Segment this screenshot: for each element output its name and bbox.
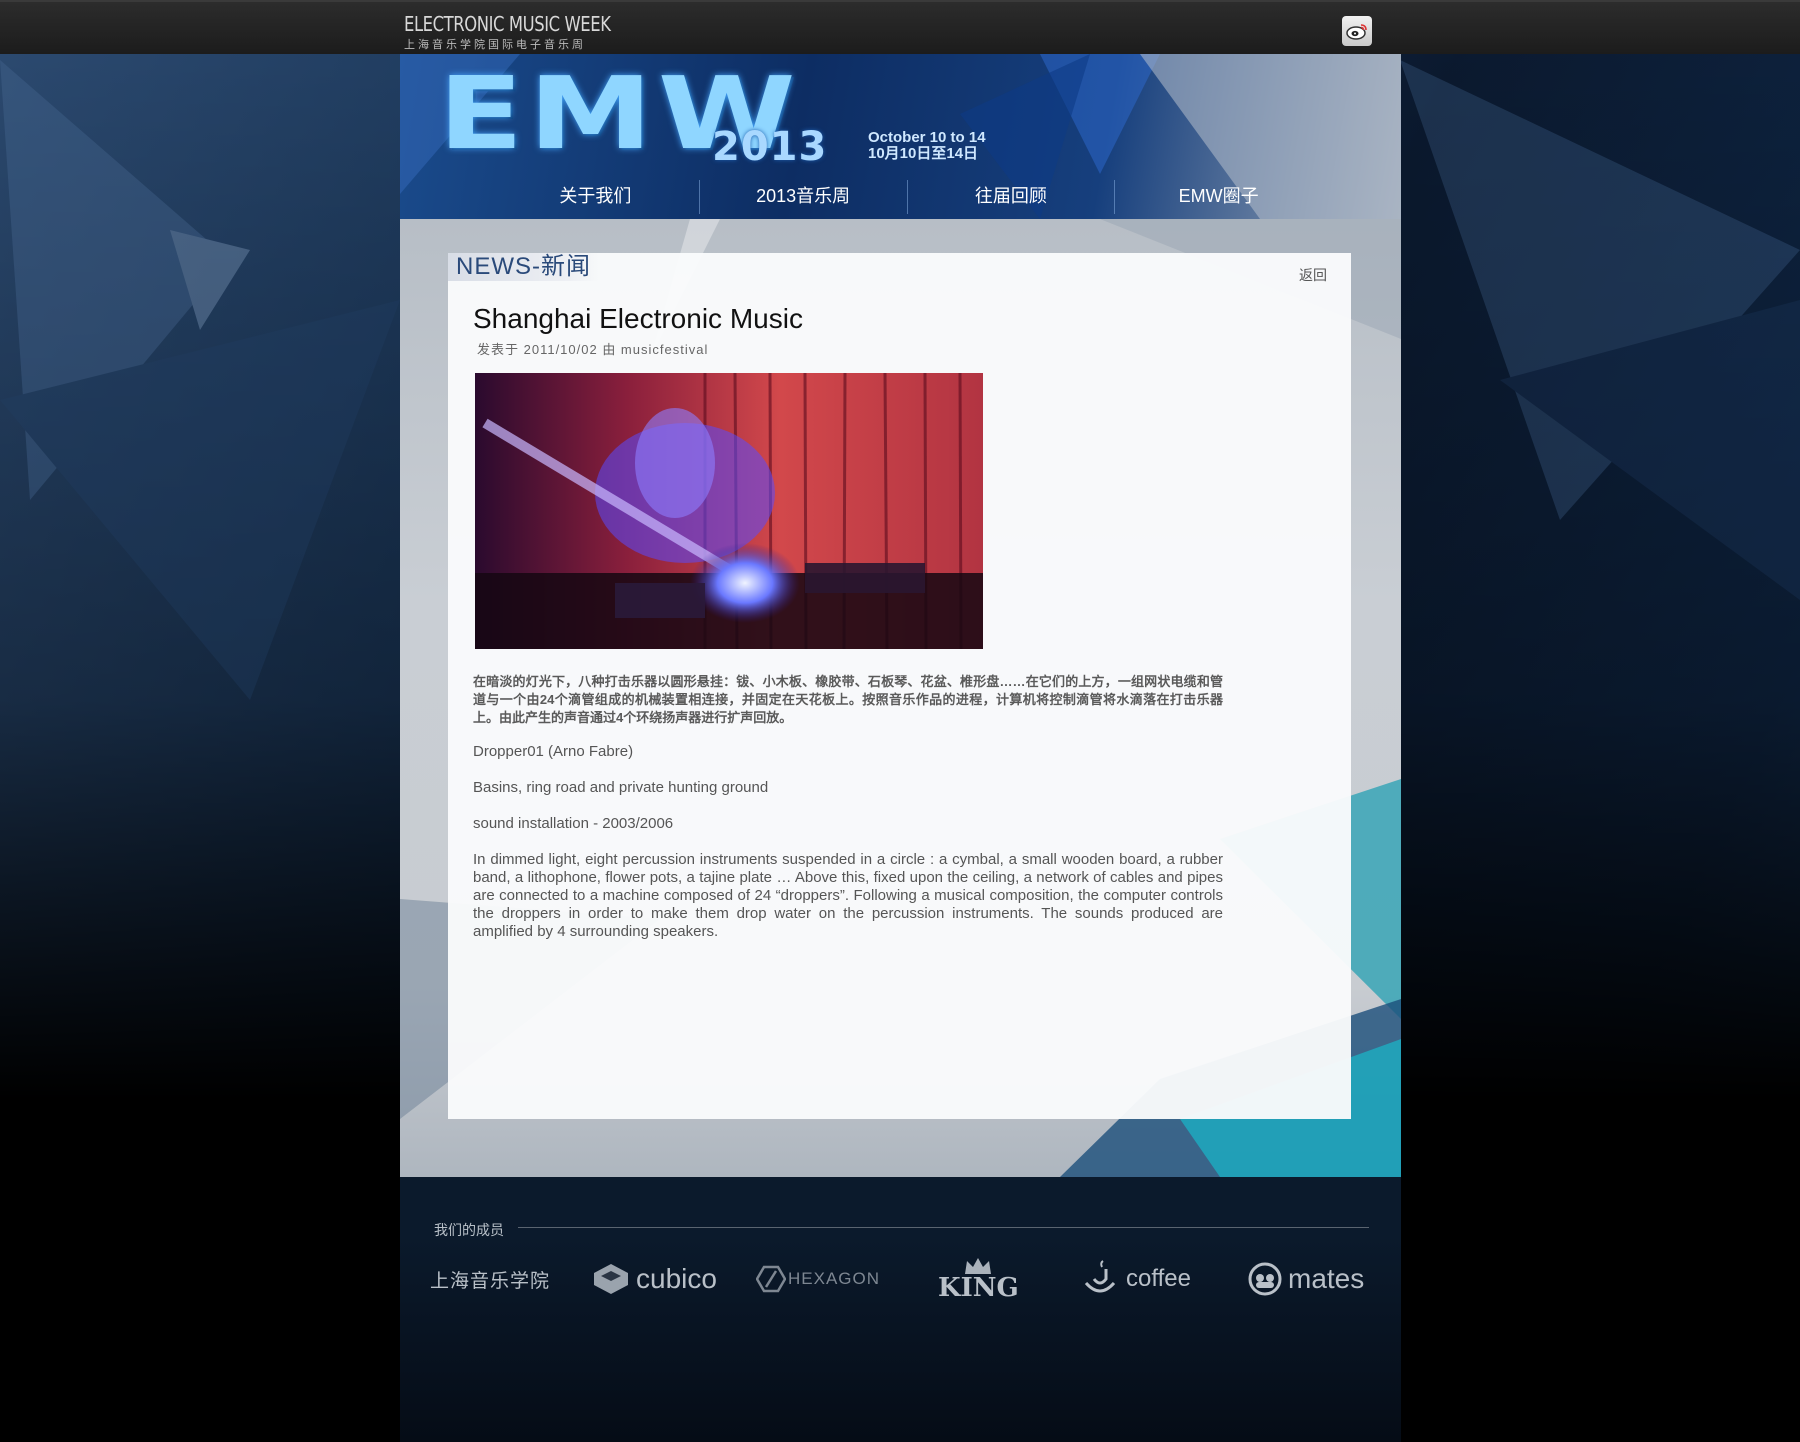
- emw-logo[interactable]: EMW: [438, 64, 796, 164]
- work-title: Dropper01 (Arno Fabre): [473, 743, 634, 760]
- brand-english: ELECTRONIC MUSIC WEEK: [404, 12, 611, 36]
- partner-coffee[interactable]: coffee: [1080, 1244, 1191, 1314]
- partner-cubico[interactable]: cubico: [592, 1244, 717, 1314]
- news-panel: NEWS-新闻 返回 Shanghai Electronic Music 发表于…: [448, 253, 1351, 1119]
- festival-date-en: October 10 to 14: [868, 129, 986, 146]
- back-link[interactable]: 返回: [1299, 265, 1327, 285]
- nav-item-about[interactable]: 关于我们: [492, 180, 700, 214]
- nav-item-2013-week[interactable]: 2013音乐周: [700, 180, 908, 214]
- news-section-tag: NEWS-新闻: [448, 253, 599, 281]
- work-type-year: sound installation - 2003/2006: [473, 815, 674, 832]
- article-body: 在暗淡的灯光下，八种打击乐器以圆形悬挂：钹、小木板、橡胶带、石板琴、花盆、椎形盘…: [473, 673, 1223, 941]
- article-title: Shanghai Electronic Music: [473, 303, 803, 334]
- festival-year: 2013: [712, 124, 828, 170]
- festival-date-cn: 10月10日至14日: [868, 145, 979, 162]
- partner-hexagon[interactable]: HEXAGON: [756, 1244, 880, 1314]
- members-label: 我们的成员: [434, 1222, 504, 1238]
- performer-image: [475, 373, 983, 649]
- weibo-icon: [1346, 24, 1367, 40]
- coffee-cup-icon: [1084, 1260, 1116, 1293]
- article-paragraph-en: In dimmed light, eight percussion instru…: [473, 851, 1223, 940]
- site-brand[interactable]: ELECTRONIC MUSIC WEEK 上海音乐学院国际电子音乐周: [404, 12, 656, 52]
- partner-logos: 上海音乐学院 cubico HEXAGON KING coffee mates: [430, 1244, 1380, 1314]
- article-paragraph-cn: 在暗淡的灯光下，八种打击乐器以圆形悬挂：钹、小木板、橡胶带、石板琴、花盆、椎形盘…: [473, 674, 1223, 725]
- partner-cubico-label: cubico: [636, 1263, 717, 1294]
- partner-king[interactable]: KING: [938, 1244, 1019, 1314]
- cubico-icon: [594, 1264, 628, 1294]
- festival-dates: October 10 to 14 10月10日至14日: [868, 130, 986, 162]
- nav-item-past-review[interactable]: 往届回顾: [908, 180, 1116, 214]
- partner-shcm[interactable]: 上海音乐学院: [430, 1244, 550, 1314]
- main-nav: 关于我们 2013音乐周 往届回顾 EMW圈子: [492, 180, 1322, 214]
- main-column: EMW 2013 October 10 to 14 10月10日至14日 关于我…: [400, 54, 1401, 1442]
- top-bar: ELECTRONIC MUSIC WEEK 上海音乐学院国际电子音乐周: [0, 0, 1800, 54]
- partner-coffee-label: coffee: [1126, 1265, 1191, 1292]
- partner-shcm-label: 上海音乐学院: [430, 1270, 551, 1292]
- partner-hexagon-label: HEXAGON: [788, 1269, 881, 1288]
- weibo-button[interactable]: [1342, 16, 1372, 46]
- mates-icon: [1248, 1262, 1282, 1296]
- partner-mates-label: mates: [1288, 1263, 1365, 1294]
- hexagon-icon: [756, 1265, 786, 1293]
- members-divider: [518, 1227, 1369, 1228]
- nav-item-emw-circle[interactable]: EMW圈子: [1115, 180, 1322, 214]
- partner-king-label: KING: [938, 1273, 1019, 1303]
- brand-chinese: 上海音乐学院国际电子音乐周: [404, 39, 586, 51]
- partner-mates[interactable]: mates: [1248, 1244, 1364, 1314]
- article-byline: 发表于 2011/10/02 由 musicfestival: [477, 342, 709, 357]
- article-photo: [475, 373, 983, 649]
- site-header: EMW 2013 October 10 to 14 10月10日至14日 关于我…: [400, 54, 1401, 219]
- work-subtitle: Basins, ring road and private hunting gr…: [473, 779, 769, 796]
